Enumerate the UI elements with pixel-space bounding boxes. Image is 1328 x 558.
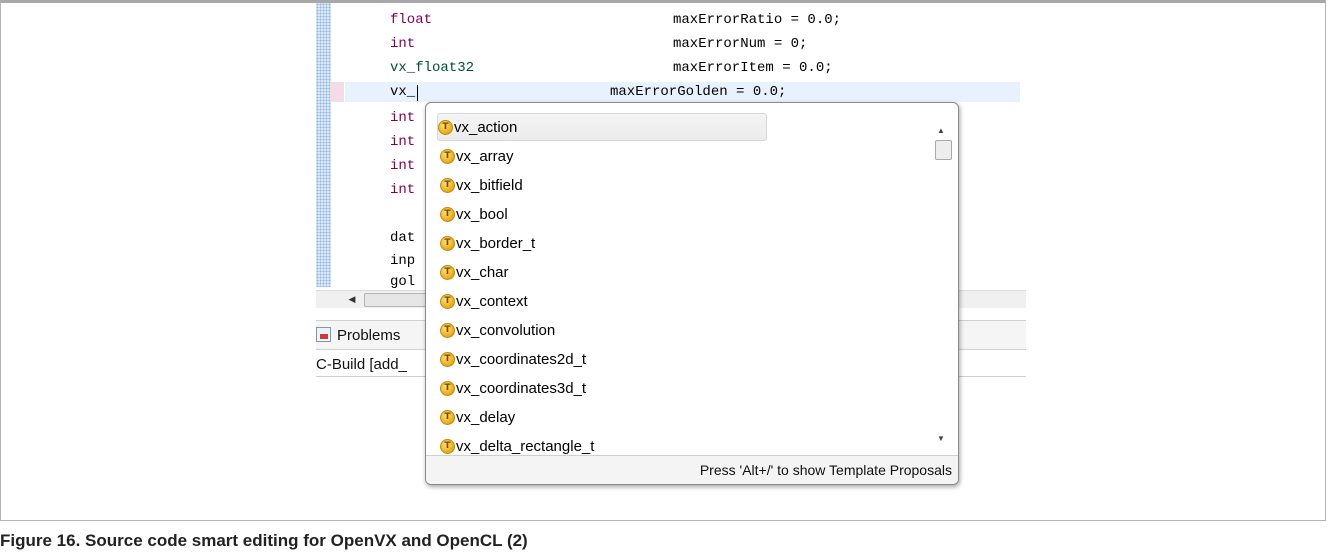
- code-type: inp: [390, 253, 416, 269]
- figure-caption: Figure 16. Source code smart editing for…: [0, 531, 528, 550]
- proposal-item[interactable]: Tvx_coordinates3d_t: [440, 375, 760, 403]
- code-type: int: [390, 36, 416, 52]
- code-type: gol: [390, 274, 416, 290]
- typedef-icon: T: [440, 409, 455, 425]
- code-line[interactable]: gol: [390, 272, 415, 292]
- code-line[interactable]: int: [390, 180, 415, 200]
- typedef-icon: T: [438, 119, 453, 135]
- proposal-vertical-scrollbar[interactable]: ▲ ▼: [932, 111, 952, 451]
- code-line[interactable]: int: [390, 34, 415, 54]
- change-ruler: [316, 3, 331, 287]
- typedef-icon: T: [440, 177, 455, 193]
- code-type: int: [390, 110, 416, 126]
- code-line[interactable]: int: [390, 108, 415, 128]
- code-line[interactable]: int: [390, 156, 415, 176]
- proposal-item[interactable]: Tvx_action: [437, 113, 767, 141]
- text-caret: [417, 85, 418, 101]
- code-type: int: [390, 158, 416, 174]
- code-type: vx_float32: [390, 60, 475, 76]
- scroll-left-icon[interactable]: ◀: [344, 293, 360, 306]
- code-type: float: [390, 12, 433, 28]
- code-line-rest: maxErrorRatio = 0.0;: [673, 12, 842, 28]
- code-type: vx_: [390, 84, 416, 100]
- code-type: int: [390, 134, 416, 150]
- proposal-item[interactable]: Tvx_array: [440, 143, 760, 171]
- template-proposals-hint: Press 'Alt+/' to show Template Proposals: [699, 462, 952, 478]
- typedef-icon: T: [440, 293, 455, 309]
- typedef-icon: T: [440, 264, 455, 280]
- vertical-scroll-thumb[interactable]: [935, 140, 952, 160]
- code-line-rest: maxErrorNum = 0;: [673, 36, 808, 52]
- proposal-item[interactable]: Tvx_delay: [440, 404, 760, 432]
- scroll-down-icon[interactable]: ▼: [932, 431, 950, 447]
- code-line[interactable]: inp: [390, 251, 415, 271]
- typedef-icon: T: [440, 235, 455, 251]
- proposal-item[interactable]: Tvx_bool: [440, 201, 760, 229]
- code-line-rest: maxErrorItem = 0.0;: [673, 60, 833, 76]
- content-assist-popup[interactable]: Tvx_action Tvx_array Tvx_bitfield Tvx_bo…: [425, 102, 959, 485]
- scroll-up-icon[interactable]: ▲: [932, 123, 950, 139]
- code-type: dat: [390, 230, 416, 246]
- proposal-item[interactable]: Tvx_context: [440, 288, 760, 316]
- popup-status-bar: Press 'Alt+/' to show Template Proposals: [426, 455, 958, 484]
- proposal-item[interactable]: Tvx_convolution: [440, 317, 760, 345]
- console-label: C-Build [add_: [316, 356, 407, 373]
- code-line[interactable]: dat: [390, 228, 415, 248]
- tab-problems[interactable]: Problems: [337, 327, 400, 344]
- code-line-current[interactable]: vx_: [390, 82, 415, 102]
- typedef-icon: T: [440, 380, 455, 396]
- proposal-item[interactable]: Tvx_border_t: [440, 230, 760, 258]
- proposal-item[interactable]: Tvx_char: [440, 259, 760, 287]
- proposal-item[interactable]: Tvx_coordinates2d_t: [440, 346, 760, 374]
- code-line-rest: maxErrorGolden = 0.0;: [610, 84, 787, 100]
- proposal-item[interactable]: Tvx_bitfield: [440, 172, 760, 200]
- typedef-icon: T: [440, 206, 455, 222]
- typedef-icon: T: [440, 322, 455, 338]
- code-type: int: [390, 182, 416, 198]
- typedef-icon: T: [440, 351, 455, 367]
- code-line[interactable]: float: [390, 10, 432, 30]
- problems-icon: [316, 327, 331, 342]
- line-marker: [330, 82, 344, 102]
- proposal-list[interactable]: Tvx_action Tvx_array Tvx_bitfield Tvx_bo…: [426, 103, 926, 459]
- code-line[interactable]: vx_float32: [390, 58, 474, 78]
- typedef-icon: T: [440, 148, 455, 164]
- typedef-icon: T: [440, 438, 455, 454]
- code-line[interactable]: int: [390, 132, 415, 152]
